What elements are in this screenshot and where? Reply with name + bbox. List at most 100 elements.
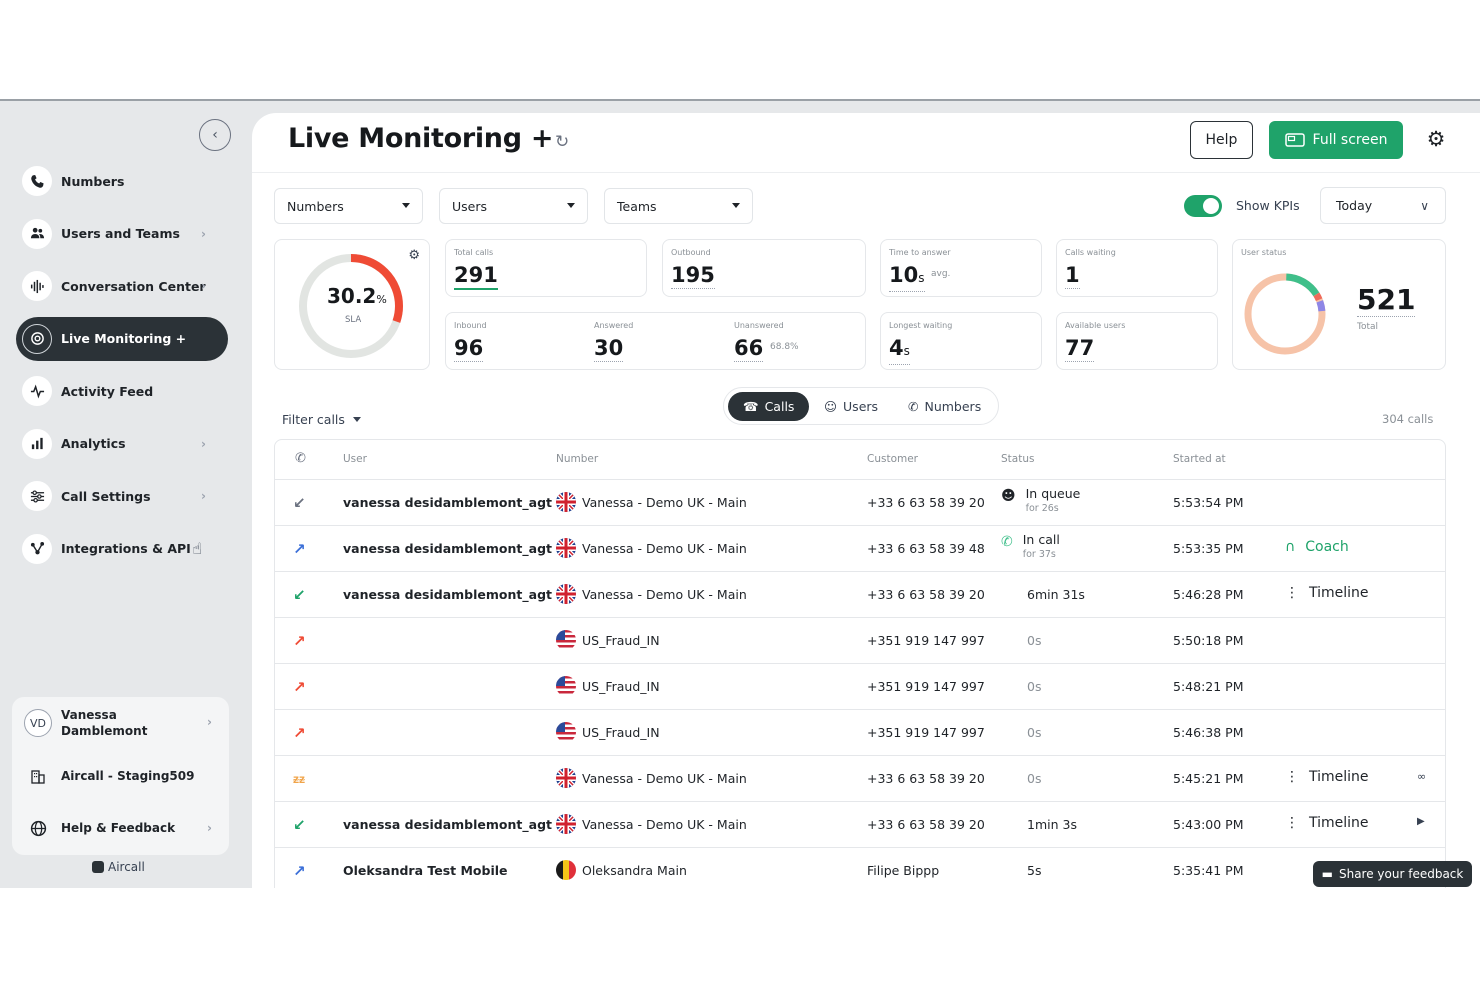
row-started-at: 5:45:21 PM (1173, 771, 1244, 786)
brand-logo: Aircall (92, 860, 145, 874)
action-label: Timeline (1309, 815, 1369, 831)
kpi-label: Calls waiting (1065, 248, 1116, 257)
help-button[interactable]: Help (1190, 121, 1253, 159)
row-number: Vanessa - Demo UK - Main (582, 771, 747, 786)
teams-filter-dropdown[interactable]: Teams (604, 188, 753, 224)
show-kpis-toggle[interactable] (1184, 195, 1222, 217)
app-frame: ‹ Numbers Users and Teams › Conversation… (0, 99, 1480, 888)
user-profile-row[interactable]: VD Vanessa Damblemont › (24, 707, 212, 739)
chevron-down-icon: ∨ (1420, 199, 1429, 213)
users-filter-dropdown[interactable]: Users (439, 188, 588, 224)
sidebar-item-activity-feed[interactable]: Activity Feed (16, 369, 228, 413)
page-header: Live Monitoring + ↻ Help Full screen ⚙ (252, 113, 1480, 173)
users-icon (22, 218, 52, 249)
sidebar-nav: Numbers Users and Teams › Conversation C… (16, 159, 228, 579)
row-user: Oleksandra Test Mobile (343, 863, 508, 878)
sidebar-item-users-and-teams[interactable]: Users and Teams › (16, 212, 228, 256)
timeline-button[interactable]: ⋮ Timeline (1285, 769, 1369, 785)
sidebar-item-integrations-api[interactable]: Integrations & API ☝ (16, 527, 228, 571)
chevron-left-icon: ‹ (212, 127, 218, 143)
chevron-right-icon: › (201, 436, 206, 451)
table-row[interactable]: ↗ US_Fraud_IN +351 919 147 997 0s 5:50:1… (275, 618, 1445, 664)
table-row[interactable]: ᵶᵶ Vanessa - Demo UK - Main +33 6 63 58 … (275, 756, 1445, 802)
chevron-right-icon: › (207, 715, 212, 729)
kpi-value: 77 (1065, 336, 1095, 362)
sidebar-item-numbers[interactable]: Numbers (16, 159, 228, 203)
kpi-label: Answered (594, 321, 634, 330)
row-started-at: 5:53:35 PM (1173, 541, 1244, 556)
help-feedback-label: Help & Feedback (61, 821, 176, 835)
gear-icon[interactable]: ⚙ (408, 248, 420, 263)
period-dropdown[interactable]: Today ∨ (1320, 187, 1446, 224)
timeline-button[interactable]: ⋮ Timeline (1285, 585, 1369, 601)
row-status: 5s (1027, 863, 1042, 878)
sidebar-item-label: Numbers (61, 173, 125, 189)
row-number: Vanessa - Demo UK - Main (582, 817, 747, 832)
help-feedback-row[interactable]: Help & Feedback › (24, 813, 212, 843)
column-header-number: Number (556, 453, 599, 465)
user-status-total: 521 (1357, 283, 1416, 317)
sidebar-item-call-settings[interactable]: Call Settings › (16, 474, 228, 518)
collapse-sidebar-button[interactable]: ‹ (199, 119, 231, 151)
status-sub: for 26s (1025, 503, 1059, 514)
row-started-at: 5:43:00 PM (1173, 817, 1244, 832)
tab-users[interactable]: ☺ Users (809, 392, 893, 421)
sliders-icon (22, 481, 52, 511)
voicemail-icon[interactable]: ∞ (1417, 770, 1426, 783)
kpi-note: 68.8% (770, 342, 799, 352)
user-icon: ☺ (824, 399, 838, 414)
kpi-note: avg. (931, 269, 951, 279)
table-row[interactable]: ↙ vanessa desidamblemont_agt Vanessa - D… (275, 572, 1445, 618)
sidebar-item-conversation-center[interactable]: Conversation Center › (16, 264, 228, 308)
table-row[interactable]: ↗ US_Fraud_IN +351 919 147 997 0s 5:46:3… (275, 710, 1445, 756)
table-row[interactable]: ↗ Oleksandra Test Mobile Oleksandra Main… (275, 848, 1445, 888)
table-row[interactable]: ↗ US_Fraud_IN +351 919 147 997 0s 5:48:2… (275, 664, 1445, 710)
table-row[interactable]: ↙ vanessa desidamblemont_agt Vanessa - D… (275, 802, 1445, 848)
coach-button[interactable]: ∩ Coach (1285, 539, 1349, 555)
column-header-customer: Customer (867, 453, 919, 465)
company-row[interactable]: Aircall - Staging509 (24, 761, 194, 791)
page-title: Live Monitoring + (288, 123, 554, 154)
kpi-outbound: Outbound 195 (662, 239, 866, 297)
waveform-icon (22, 271, 52, 301)
kpi-unit: s (918, 271, 925, 285)
table-row[interactable]: ↙ vanessa desidamblemont_agt Vanessa - D… (275, 480, 1445, 526)
us-flag-icon (556, 630, 576, 650)
row-status: 0s (1027, 771, 1042, 786)
sidebar-item-analytics[interactable]: Analytics › (16, 422, 228, 466)
kpi-label: Available users (1065, 321, 1126, 330)
bar-chart-icon (22, 428, 52, 459)
share-feedback-button[interactable]: ▬ Share your feedback (1313, 861, 1472, 887)
tab-calls[interactable]: ☎ Calls (728, 392, 810, 421)
filter-calls-dropdown[interactable]: Filter calls (282, 412, 361, 427)
numbers-filter-dropdown[interactable]: Numbers (274, 188, 423, 224)
table-row[interactable]: ↗ vanessa desidamblemont_agt Vanessa - D… (275, 526, 1445, 572)
chevron-right-icon: › (201, 489, 206, 503)
sidebar-item-live-monitoring[interactable]: Live Monitoring + (16, 316, 228, 361)
kpi-label: Longest waiting (889, 321, 953, 330)
belgium-flag-icon (556, 860, 576, 880)
row-customer: +351 919 147 997 (867, 633, 985, 648)
sidebar-item-label: Users and Teams (61, 226, 180, 241)
outbound-missed-arrow-icon: ↗ (293, 632, 306, 650)
status-text: In call for 37s (1023, 532, 1060, 561)
sidebar-item-label: Call Settings (61, 488, 151, 504)
live-monitoring-icon (22, 323, 52, 354)
toggle-knob (1203, 198, 1219, 214)
user-status-card: User status 521 Total (1232, 239, 1446, 370)
timeline-button[interactable]: ⋮ Timeline (1285, 815, 1369, 831)
timeline-icon: ⋮ (1285, 815, 1299, 831)
fullscreen-button[interactable]: Full screen (1269, 121, 1403, 159)
play-icon[interactable]: ▶ (1417, 816, 1425, 827)
status-main: In queue (1025, 486, 1081, 501)
kpi-value: 4s (889, 335, 910, 365)
row-customer: +33 6 63 58 39 20 (867, 771, 985, 786)
row-customer: +33 6 63 58 39 48 (867, 541, 985, 556)
settings-button[interactable]: ⚙ (1424, 127, 1448, 151)
tab-numbers[interactable]: ✆ Numbers (893, 392, 996, 421)
integrations-icon (22, 533, 52, 564)
hand-cursor-icon: ☝ (192, 538, 202, 558)
voicemail-icon: ᵶᵶ (293, 772, 305, 786)
kpi-longest-waiting: Longest waiting 4s (880, 312, 1042, 370)
refresh-icon[interactable]: ↻ (555, 132, 569, 152)
